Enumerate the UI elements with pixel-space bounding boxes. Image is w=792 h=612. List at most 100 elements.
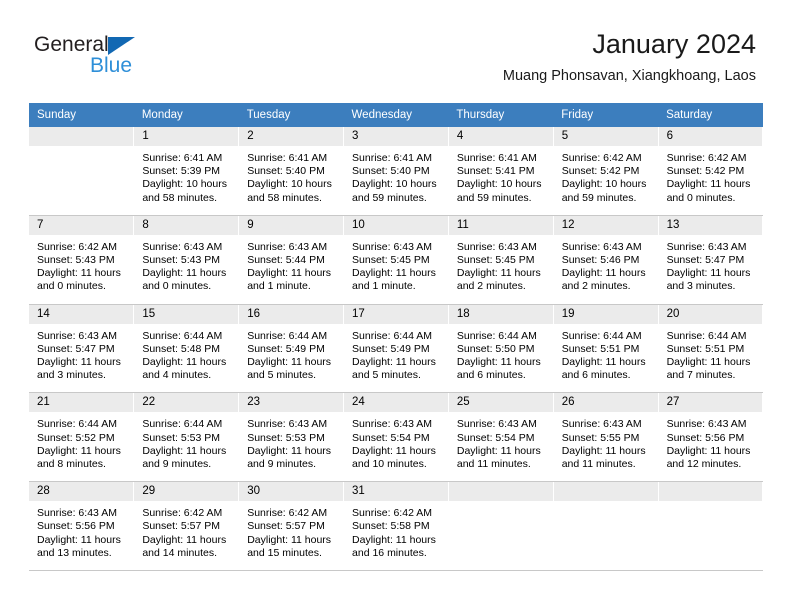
sunset-text: Sunset: 5:45 PM [456,254,535,267]
sunrise-text: Sunrise: 6:43 AM [456,240,537,253]
sunrise-text: Sunrise: 6:42 AM [352,507,432,520]
calendar-day-cell[interactable]: 29 Sunrise: 6:42 AM Sunset: 5:57 PM Dayligh… [133,481,240,572]
day-number: 7 [29,215,134,235]
day-number: 6 [658,127,763,146]
calendar-day-cell[interactable]: 14 Sunrise: 6:43 AM Sunset: 5:47 PM Dayligh… [29,304,135,394]
calendar-day-cell[interactable]: 10 Sunrise: 6:43 AM Sunset: 5:45 PM Dayligh… [343,215,449,305]
day-number: 2 [239,127,344,146]
calendar-day-cell[interactable]: 13 Sunrise: 6:43 AM Sunset: 5:47 PM Dayligh… [658,215,764,305]
sunset-text: Sunset: 5:46 PM [561,254,640,267]
sunset-text: Sunset: 5:47 PM [37,342,115,355]
calendar-day-cell[interactable]: 30 Sunrise: 6:42 AM Sunset: 5:57 PM Dayligh… [238,481,345,572]
calendar-week-row: 28 Sunrise: 6:43 AM Sunset: 5:56 PM Dayligh… [29,481,764,572]
calendar-day-cell[interactable]: 26 Sunrise: 6:43 AM Sunset: 5:55 PM Dayligh… [553,392,659,483]
day-number: 17 [344,304,448,324]
day-number: 24 [344,393,448,413]
calendar-day-cell[interactable]: 17 Sunrise: 6:44 AM Sunset: 5:49 PM Dayligh… [343,304,449,394]
sunset-text: Sunset: 5:44 PM [247,254,325,267]
calendar-day-cell[interactable]: 31 Sunrise: 6:42 AM Sunset: 5:58 PM Dayligh… [343,481,449,572]
calendar-day-cell[interactable]: 27 Sunrise: 6:43 AM Sunset: 5:56 PM Dayligh… [658,392,764,483]
calendar-page: General Blue January 2024 Muang Phonsava… [0,0,792,612]
calendar-day-cell[interactable]: 11 Sunrise: 6:43 AM Sunset: 5:45 PM Dayligh… [448,215,554,305]
daylight-text-line2: and 1 minute. [247,280,311,293]
calendar-day-cell[interactable]: 22 Sunrise: 6:44 AM Sunset: 5:53 PM Dayligh… [133,392,240,483]
calendar-day-cell[interactable]: 9 Sunrise: 6:43 AM Sunset: 5:44 PM Daylight… [238,215,345,305]
sunrise-text: Sunrise: 6:41 AM [247,152,328,164]
sunset-text: Sunset: 5:50 PM [456,342,535,355]
day-details: Sunrise: 6:43 AM Sunset: 5:47 PM Daylight:… [29,324,133,393]
day-number: 14 [29,304,134,324]
weekday-header-row: Sunday Monday Tuesday Wednesday Thursday… [29,103,763,127]
calendar-day-cell[interactable]: 20 Sunrise: 6:44 AM Sunset: 5:51 PM Dayligh… [658,304,764,394]
day-details: Sunrise: 6:43 AM Sunset: 5:55 PM Daylight:… [554,412,658,481]
calendar-week-row: 1 Sunrise: 6:41 AM Sunset: 5:39 PM Daylight… [29,127,764,216]
day-details [659,501,763,563]
calendar-day-cell-empty [658,481,764,572]
calendar-day-cell[interactable]: 21 Sunrise: 6:44 AM Sunset: 5:52 PM Dayligh… [29,392,135,483]
sunrise-text: Sunrise: 6:43 AM [37,329,117,342]
sunrise-text: Sunrise: 6:44 AM [352,329,432,342]
daylight-text-line2: and 11 minutes. [456,458,531,471]
calendar-day-cell[interactable]: 23 Sunrise: 6:43 AM Sunset: 5:53 PM Dayligh… [238,392,345,483]
calendar-day-cell[interactable]: 2 Sunrise: 6:41 AM Sunset: 5:40 PM Daylight… [238,127,345,216]
sunrise-text: Sunrise: 6:43 AM [666,240,747,253]
calendar-day-cell[interactable]: 12 Sunrise: 6:43 AM Sunset: 5:46 PM Dayligh… [553,215,659,305]
day-number: 25 [448,393,553,413]
daylight-text-line1: Daylight: 11 hours [561,444,646,457]
day-details: Sunrise: 6:43 AM Sunset: 5:45 PM Daylight:… [344,235,448,304]
calendar-day-cell[interactable]: 18 Sunrise: 6:44 AM Sunset: 5:50 PM Dayligh… [448,304,554,394]
day-details: Sunrise: 6:42 AM Sunset: 5:58 PM Daylight:… [344,501,448,570]
calendar-day-cell[interactable]: 1 Sunrise: 6:41 AM Sunset: 5:39 PM Daylight… [133,127,240,216]
day-number: 27 [658,393,763,413]
weekday-header-friday: Friday [553,103,659,127]
daylight-text-line2: and 6 minutes. [561,369,631,382]
title-block: January 2024 Muang Phonsavan, Xiangkhoan… [503,28,756,85]
daylight-text-line1: Daylight: 11 hours [352,444,436,457]
daylight-text-line2: and 10 minutes. [352,458,427,471]
day-number: 15 [134,304,239,324]
calendar-day-cell[interactable]: 6 Sunrise: 6:42 AM Sunset: 5:42 PM Daylight… [658,127,764,216]
sunset-text: Sunset: 5:49 PM [247,342,325,355]
sunrise-text: Sunrise: 6:44 AM [666,329,747,342]
calendar-day-cell[interactable]: 4 Sunrise: 6:41 AM Sunset: 5:41 PM Daylight… [448,127,554,216]
sunset-text: Sunset: 5:40 PM [247,165,325,178]
sunset-text: Sunset: 5:58 PM [352,520,430,533]
daylight-text-line2: and 16 minutes. [352,546,427,559]
daylight-text-line1: Daylight: 11 hours [247,356,332,369]
calendar-day-cell[interactable]: 28 Sunrise: 6:43 AM Sunset: 5:56 PM Dayligh… [29,481,135,572]
sunset-text: Sunset: 5:54 PM [352,431,430,444]
daylight-text-line2: and 7 minutes. [666,369,736,382]
calendar-day-cell[interactable]: 8 Sunrise: 6:43 AM Sunset: 5:43 PM Daylight… [133,215,240,305]
daylight-text-line1: Daylight: 11 hours [352,267,436,280]
calendar-day-cell[interactable]: 15 Sunrise: 6:44 AM Sunset: 5:48 PM Dayligh… [133,304,240,394]
calendar-day-cell[interactable]: 3 Sunrise: 6:41 AM Sunset: 5:40 PM Daylight… [343,127,449,216]
sunset-text: Sunset: 5:51 PM [666,342,745,355]
daylight-text-line2: and 2 minutes. [456,280,526,293]
calendar-day-cell[interactable]: 24 Sunrise: 6:43 AM Sunset: 5:54 PM Dayligh… [343,392,449,483]
daylight-text-line2: and 15 minutes. [247,546,322,559]
day-number: 12 [553,215,658,235]
calendar-day-cell[interactable]: 19 Sunrise: 6:44 AM Sunset: 5:51 PM Dayligh… [553,304,659,394]
daylight-text-line1: Daylight: 11 hours [37,267,121,280]
sunrise-text: Sunrise: 6:43 AM [666,418,747,431]
day-details: Sunrise: 6:43 AM Sunset: 5:54 PM Daylight:… [344,412,448,481]
calendar-day-cell[interactable]: 5 Sunrise: 6:42 AM Sunset: 5:42 PM Daylight… [553,127,659,216]
daylight-text-line1: Daylight: 10 hours [561,178,647,191]
day-details: Sunrise: 6:43 AM Sunset: 5:56 PM Daylight:… [29,501,133,570]
sunset-text: Sunset: 5:43 PM [37,254,115,267]
calendar-day-cell[interactable]: 7 Sunrise: 6:42 AM Sunset: 5:43 PM Daylight… [29,215,135,305]
daylight-text-line2: and 4 minutes. [142,369,212,382]
logo-text-blue: Blue [90,54,133,77]
daylight-text-line2: and 1 minute. [352,280,416,293]
day-number: 19 [553,304,658,324]
day-details: Sunrise: 6:41 AM Sunset: 5:40 PM Daylight:… [239,146,343,215]
sunset-text: Sunset: 5:55 PM [561,431,640,444]
sunrise-text: Sunrise: 6:43 AM [561,240,642,253]
day-number: 8 [134,215,239,235]
calendar-day-cell[interactable]: 25 Sunrise: 6:43 AM Sunset: 5:54 PM Dayligh… [448,392,554,483]
calendar-day-cell[interactable]: 16 Sunrise: 6:44 AM Sunset: 5:49 PM Dayligh… [238,304,345,394]
sunrise-text: Sunrise: 6:42 AM [666,152,747,164]
generalblue-logo[interactable]: General Blue [34,33,204,81]
day-details: Sunrise: 6:43 AM Sunset: 5:54 PM Daylight:… [449,412,553,481]
daylight-text-line2: and 0 minutes. [37,280,106,293]
